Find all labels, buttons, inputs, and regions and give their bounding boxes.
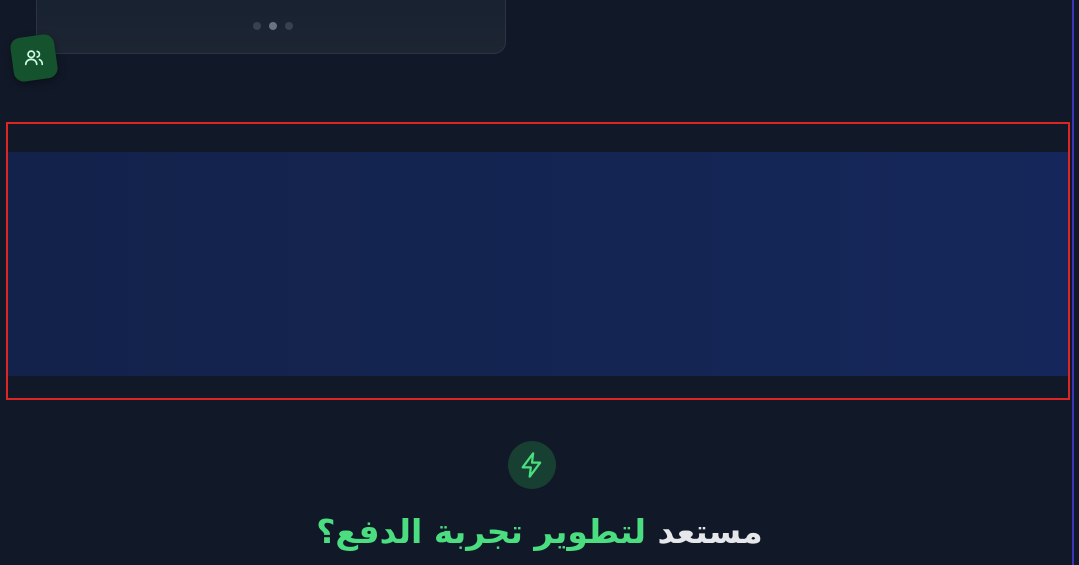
cta-title-highlight: لتطوير تجربة الدفع؟ [316,512,647,551]
carousel-dots [253,22,293,30]
carousel-dot[interactable] [253,22,261,30]
cta-title-prefix: مستعد [646,512,763,551]
highlight-frame [6,122,1070,400]
carousel-card [36,0,506,54]
cta-title: مستعد لتطوير تجربة الدفع؟ [0,507,1079,557]
carousel-dot-active[interactable] [269,22,277,30]
users-badge [9,33,59,83]
users-icon [24,50,44,66]
carousel-dot[interactable] [285,22,293,30]
right-edge-line [1072,0,1074,565]
lightning-icon [521,452,542,478]
cta-icon-badge [508,441,556,489]
